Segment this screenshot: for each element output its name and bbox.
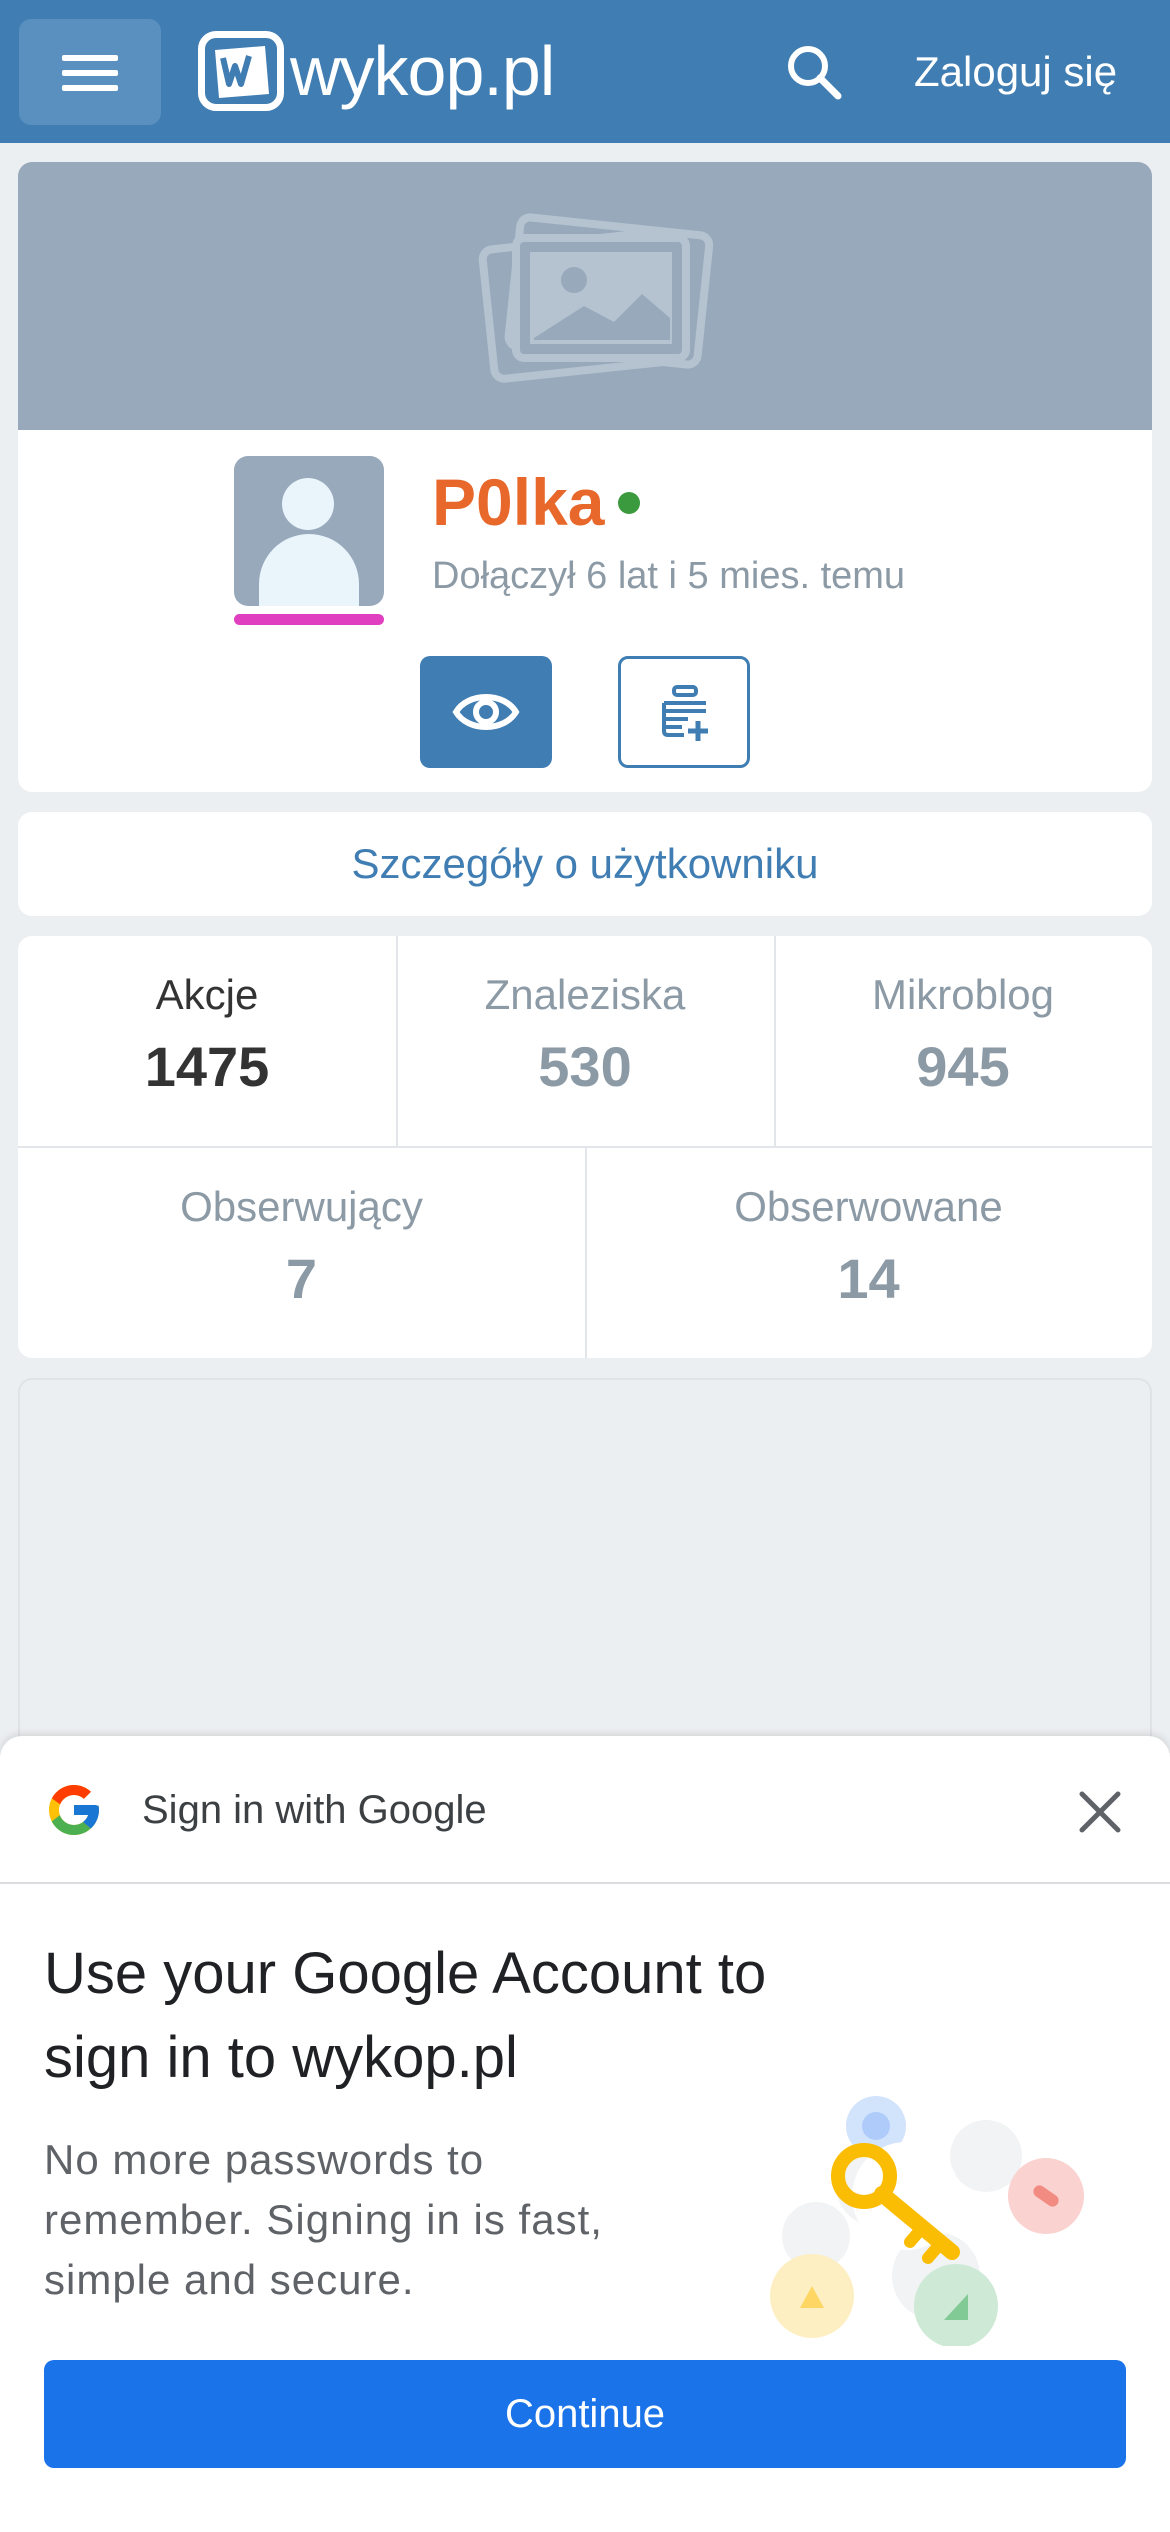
stat-label: Obserwowane: [734, 1183, 1003, 1230]
login-link[interactable]: Zaloguj się: [914, 46, 1117, 98]
stat-value: 1475: [144, 1035, 270, 1098]
stat-label: Mikroblog: [871, 971, 1055, 1018]
avatar[interactable]: [234, 456, 384, 606]
gender-indicator-bar: [234, 614, 384, 625]
top-bar: wykop.pl Zaloguj się: [0, 0, 1170, 143]
stat-value: 7: [285, 1247, 318, 1310]
stat-value: 945: [916, 1035, 1010, 1098]
image-placeholder-icon: [478, 213, 714, 383]
logo[interactable]: wykop.pl: [198, 30, 555, 112]
google-signin-sheet: Sign in with Google Use your Google Acco…: [0, 1736, 1170, 2532]
continue-button[interactable]: Continue: [44, 2360, 1126, 2468]
logo-text: wykop.pl: [290, 32, 555, 110]
profile-card: P0lka Dołączył 6 lat i 5 mies. temu: [18, 162, 1152, 792]
stat-findings[interactable]: Znaleziska 530: [396, 970, 774, 1100]
close-icon[interactable]: [1074, 1786, 1126, 1838]
stat-value: 14: [837, 1247, 900, 1310]
hamburger-icon: [62, 55, 118, 61]
username: P0lka: [432, 465, 605, 539]
observe-button[interactable]: [420, 656, 552, 768]
stat-label: Akcje: [155, 971, 259, 1018]
sheet-body-text: No more passwords to remember. Signing i…: [44, 2136, 603, 2303]
stat-followers[interactable]: Obserwujący 7: [18, 1182, 585, 1312]
blacklist-button[interactable]: [618, 656, 750, 768]
stats-card: Akcje 1475 Znaleziska 530 Mikroblog 945 …: [18, 936, 1152, 1358]
profile-banner: [18, 162, 1152, 430]
divider: [396, 936, 398, 1147]
eye-icon: [452, 694, 520, 730]
stat-label: Obserwujący: [180, 1183, 423, 1230]
block-user-icon: [662, 685, 708, 741]
divider: [585, 1147, 587, 1358]
menu-button[interactable]: [19, 19, 161, 125]
user-details-link[interactable]: Szczegóły o użytkowniku: [18, 812, 1152, 916]
sheet-heading: Use your Google Account to sign in to wy…: [44, 1941, 767, 2090]
google-logo-icon: [49, 1785, 99, 1835]
sheet-title: Sign in with Google: [142, 1788, 487, 1832]
search-icon[interactable]: [782, 40, 846, 104]
divider: [774, 936, 776, 1147]
wykop-logo-icon: [198, 31, 284, 111]
joined-date: Dołączył 6 lat i 5 mies. temu: [432, 555, 906, 597]
stat-following[interactable]: Obserwowane 14: [585, 1182, 1152, 1312]
stat-value: 530: [538, 1035, 632, 1098]
stat-microblog[interactable]: Mikroblog 945: [774, 970, 1152, 1100]
online-status-dot: [618, 492, 640, 514]
stat-label: Znaleziska: [484, 971, 686, 1018]
stat-actions[interactable]: Akcje 1475: [18, 970, 396, 1100]
key-illustration-icon: [770, 2096, 1084, 2346]
sheet-header: Sign in with Google: [0, 1736, 1170, 1884]
